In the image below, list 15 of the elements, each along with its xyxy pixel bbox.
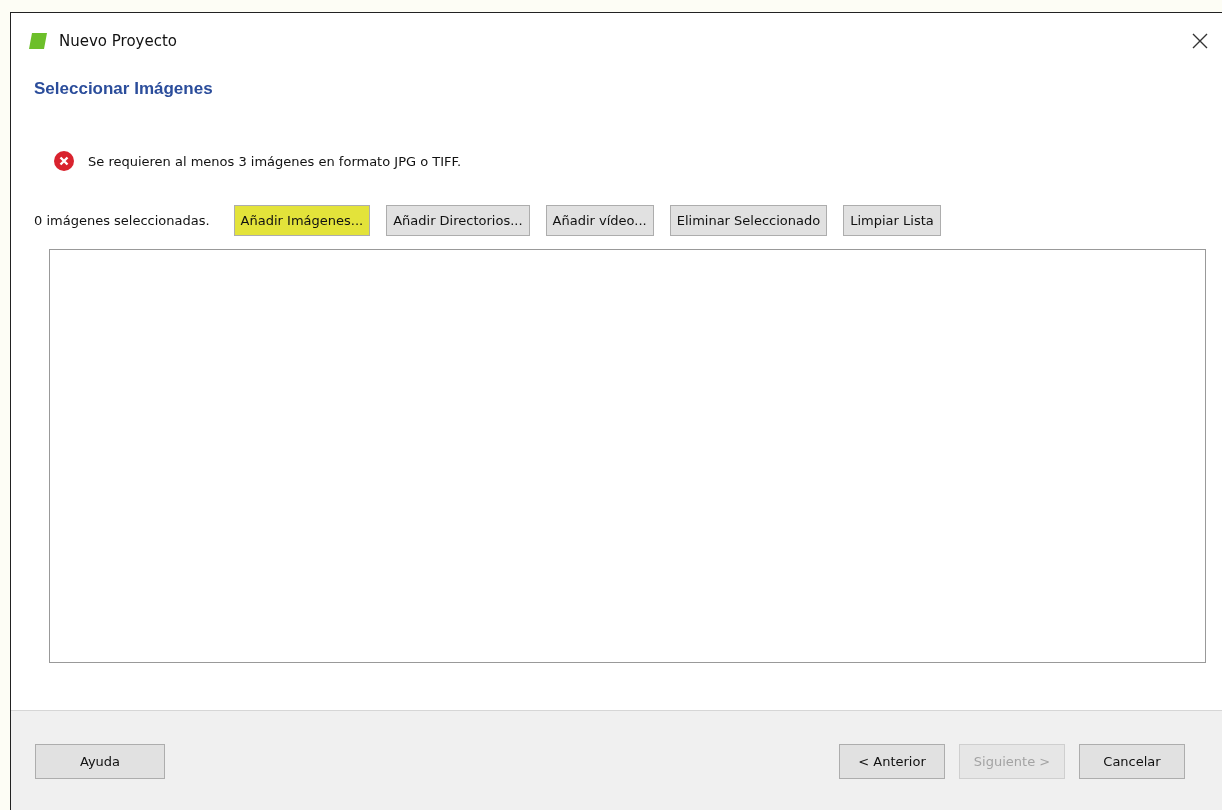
close-button[interactable] bbox=[1190, 31, 1210, 51]
toolbar-button[interactable]: Añadir Directorios... bbox=[386, 205, 530, 236]
toolbar-button[interactable]: Eliminar Seleccionado bbox=[669, 205, 828, 236]
page-heading: Seleccionar Imágenes bbox=[34, 79, 214, 99]
image-count: 0 imágenes seleccionadas. bbox=[34, 213, 210, 228]
nav-button[interactable]: Cancelar bbox=[1079, 743, 1185, 779]
error-message: Se requieren al menos 3 imágenes en formato JPG o TIFF. bbox=[88, 153, 462, 169]
window-title: Nuevo Proyecto bbox=[59, 32, 178, 50]
toolbar-button[interactable]: Limpiar Lista bbox=[843, 205, 941, 236]
toolbar-button[interactable]: Añadir vídeo... bbox=[545, 205, 654, 236]
error-icon bbox=[54, 151, 74, 171]
app-icon bbox=[29, 33, 47, 49]
nav-button[interactable]: < Anterior bbox=[839, 743, 945, 779]
help-button[interactable]: Ayuda bbox=[35, 743, 165, 779]
toolbar-button[interactable]: Añadir Imágenes... bbox=[233, 205, 371, 236]
